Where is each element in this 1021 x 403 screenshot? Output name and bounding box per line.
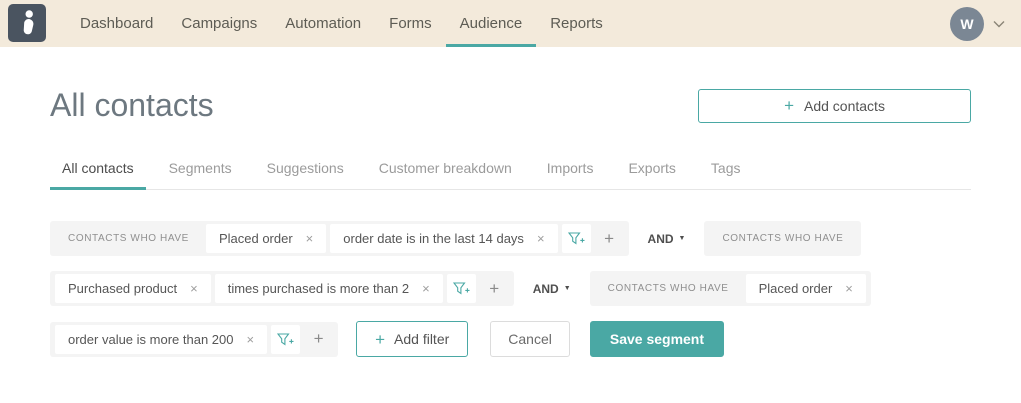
- add-contacts-label: Add contacts: [804, 97, 885, 114]
- plus-icon: +: [784, 96, 794, 115]
- filter-chip-placed-order[interactable]: Placed order ×: [205, 224, 327, 253]
- filter-group: CONTACTS WHO HAVE Placed order × order d…: [50, 221, 629, 256]
- page-title: All contacts: [50, 87, 214, 123]
- add-condition-filter-button[interactable]: [271, 324, 301, 354]
- tab-imports[interactable]: Imports: [535, 160, 606, 190]
- nav-audience[interactable]: Audience: [445, 0, 537, 47]
- brand-logo[interactable]: [8, 4, 46, 42]
- nav-dashboard[interactable]: Dashboard: [66, 0, 167, 47]
- filter-chip-purchased-product[interactable]: Purchased product ×: [55, 274, 211, 303]
- chip-label: Placed order: [758, 281, 833, 296]
- and-operator-dropdown[interactable]: AND ▼: [648, 232, 686, 246]
- caret-down-icon: ▼: [678, 235, 686, 242]
- tab-all-contacts[interactable]: All contacts: [50, 160, 146, 190]
- tab-suggestions[interactable]: Suggestions: [255, 160, 356, 190]
- top-navigation-bar: Dashboard Campaigns Automation Forms Aud…: [0, 0, 1021, 47]
- add-contacts-button[interactable]: + Add contacts: [698, 88, 971, 123]
- tab-tags[interactable]: Tags: [699, 160, 753, 190]
- main-nav: Dashboard Campaigns Automation Forms Aud…: [66, 0, 617, 47]
- funnel-plus-icon: [567, 232, 585, 245]
- contacts-tabs: All contacts Segments Suggestions Custom…: [50, 160, 971, 190]
- add-condition-filter-button[interactable]: [446, 274, 476, 303]
- close-icon[interactable]: ×: [845, 281, 853, 296]
- filter-chip-order-value[interactable]: order value is more than 200 ×: [55, 324, 268, 354]
- page-header: All contacts + Add contacts: [0, 87, 1021, 124]
- filter-group: order value is more than 200 × +: [50, 321, 339, 357]
- filter-group: CONTACTS WHO HAVE: [704, 221, 862, 256]
- close-icon[interactable]: ×: [246, 332, 254, 347]
- filter-row-2: Purchased product × times purchased is m…: [50, 271, 971, 306]
- close-icon[interactable]: ×: [306, 231, 314, 246]
- cancel-button[interactable]: Cancel: [490, 321, 570, 357]
- tab-customer-breakdown[interactable]: Customer breakdown: [367, 160, 524, 190]
- plus-icon: +: [375, 329, 386, 349]
- chip-label: Purchased product: [68, 281, 178, 296]
- filter-group: Purchased product × times purchased is m…: [50, 271, 514, 306]
- and-operator-dropdown[interactable]: AND ▼: [533, 282, 571, 296]
- nav-reports[interactable]: Reports: [536, 0, 617, 47]
- filter-chip-order-date[interactable]: order date is in the last 14 days ×: [330, 224, 558, 253]
- chip-label: order value is more than 200: [68, 331, 234, 347]
- group-label: CONTACTS WHO HAVE: [722, 233, 844, 244]
- add-filter-button[interactable]: + Add filter: [356, 321, 469, 357]
- nav-automation[interactable]: Automation: [271, 0, 375, 47]
- funnel-plus-icon: [277, 332, 294, 345]
- group-label: CONTACTS WHO HAVE: [68, 233, 189, 244]
- close-icon[interactable]: ×: [537, 231, 545, 246]
- filter-group: CONTACTS WHO HAVE Placed order ×: [589, 271, 871, 306]
- nav-forms[interactable]: Forms: [375, 0, 446, 47]
- chevron-down-icon[interactable]: [993, 20, 1005, 28]
- add-chip-button[interactable]: +: [481, 274, 508, 303]
- user-menu[interactable]: W: [950, 0, 1005, 47]
- group-label: CONTACTS WHO HAVE: [607, 283, 729, 294]
- add-filter-label: Add filter: [394, 331, 450, 347]
- chip-label: times purchased is more than 2: [227, 281, 410, 296]
- filter-chip-times-purchased[interactable]: times purchased is more than 2 ×: [214, 274, 443, 303]
- close-icon[interactable]: ×: [422, 281, 430, 296]
- and-label: AND: [532, 281, 559, 296]
- brand-logo-icon: [23, 10, 34, 35]
- filter-row-3: order value is more than 200 × + + Add f…: [50, 321, 971, 357]
- add-chip-button[interactable]: +: [596, 224, 623, 253]
- save-segment-button[interactable]: Save segment: [589, 321, 725, 357]
- caret-down-icon: ▼: [563, 285, 571, 292]
- filter-chip-placed-order[interactable]: Placed order ×: [745, 274, 866, 303]
- chip-label: Placed order: [218, 231, 293, 246]
- add-condition-filter-button[interactable]: [561, 224, 591, 253]
- funnel-plus-icon: [452, 282, 470, 295]
- tab-segments[interactable]: Segments: [157, 160, 244, 190]
- add-chip-button[interactable]: +: [305, 325, 332, 354]
- tab-exports[interactable]: Exports: [616, 160, 687, 190]
- segment-filter-builder: CONTACTS WHO HAVE Placed order × order d…: [0, 221, 1021, 357]
- close-icon[interactable]: ×: [190, 281, 198, 296]
- chip-label: order date is in the last 14 days: [343, 231, 524, 246]
- filter-row-1: CONTACTS WHO HAVE Placed order × order d…: [50, 221, 971, 256]
- nav-campaigns[interactable]: Campaigns: [167, 0, 271, 47]
- and-label: AND: [647, 231, 674, 246]
- avatar[interactable]: W: [950, 6, 984, 41]
